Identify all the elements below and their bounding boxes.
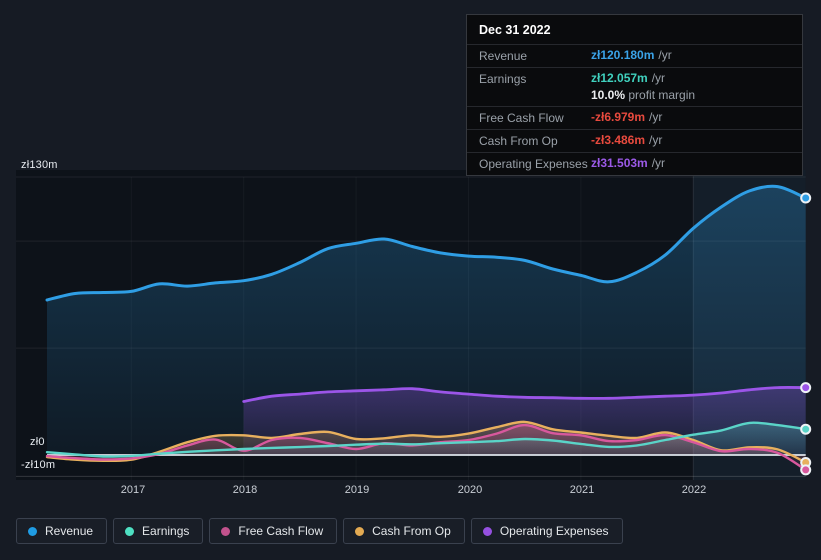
cash-from-op-label: Cash From Op (479, 134, 558, 148)
tooltip-row-revenue: Revenue zł120.180m/yr (467, 44, 802, 67)
legend-label-operating-expenses: Operating Expenses (499, 524, 609, 538)
operating-expenses-value: zł31.503m/yr (591, 156, 666, 170)
tooltip-row-earnings: Earnings zł12.057m/yr 10.0% profit margi… (467, 67, 802, 106)
chart-tooltip: Dec 31 2022 Revenue zł120.180m/yr Earnin… (466, 14, 803, 176)
legend: Revenue Earnings Free Cash Flow Cash Fro… (16, 518, 623, 544)
cash-from-op-value: -zł3.486m/yr (591, 133, 663, 147)
profit-margin: 10.0% profit margin (591, 88, 696, 102)
earnings-legend-dot-icon (125, 526, 135, 536)
legend-label-revenue: Revenue (45, 524, 94, 538)
legend-item-operating-expenses[interactable]: Operating Expenses (470, 518, 623, 544)
tooltip-row-free-cash-flow: Free Cash Flow -zł6.979m/yr (467, 106, 802, 129)
earnings-value: zł12.057m/yr (591, 71, 666, 85)
x-axis-label-2021: 2021 (569, 484, 595, 496)
y-axis-label-0: zł0 (30, 436, 45, 448)
free-cash-flow-legend-dot-icon (221, 526, 231, 536)
tooltip-date: Dec 31 2022 (479, 23, 551, 37)
free-cash-flow-value: -zł6.979m/yr (591, 110, 663, 124)
legend-item-revenue[interactable]: Revenue (16, 518, 108, 544)
y-axis-label-130m: zł130m (21, 159, 58, 171)
y-axis-label-neg10m: -zł10m (21, 459, 56, 471)
legend-item-earnings[interactable]: Earnings (113, 518, 204, 544)
x-axis-label-2019: 2019 (344, 484, 370, 496)
revenue-legend-dot-icon (28, 526, 37, 536)
legend-item-cash-from-op[interactable]: Cash From Op (343, 518, 465, 544)
x-axis-label-2017: 2017 (120, 484, 146, 496)
earnings-revenue-history-page: { "tooltip": { "date": "Dec 31 2022", "r… (0, 0, 821, 560)
revenue-value: zł120.180m/yr (591, 48, 672, 62)
free-cash-flow-label: Free Cash Flow (479, 111, 564, 125)
earnings-label: Earnings (479, 72, 527, 86)
legend-label-cash-from-op: Cash From Op (372, 524, 451, 538)
x-axis-label-2018: 2018 (232, 484, 258, 496)
x-axis-label-2020: 2020 (457, 484, 483, 496)
legend-label-free-cash-flow: Free Cash Flow (238, 524, 324, 538)
operating-expenses-label: Operating Expenses (479, 157, 588, 171)
legend-item-free-cash-flow[interactable]: Free Cash Flow (209, 518, 338, 544)
tooltip-row-cash-from-op: Cash From Op -zł3.486m/yr (467, 129, 802, 152)
operating-expenses-legend-dot-icon (482, 526, 492, 536)
cash-from-op-legend-dot-icon (355, 526, 365, 536)
revenue-label: Revenue (479, 49, 528, 63)
tooltip-row-operating-expenses: Operating Expenses zł31.503m/yr (467, 152, 802, 175)
legend-label-earnings: Earnings (142, 524, 190, 538)
x-axis-label-2022: 2022 (681, 484, 707, 496)
